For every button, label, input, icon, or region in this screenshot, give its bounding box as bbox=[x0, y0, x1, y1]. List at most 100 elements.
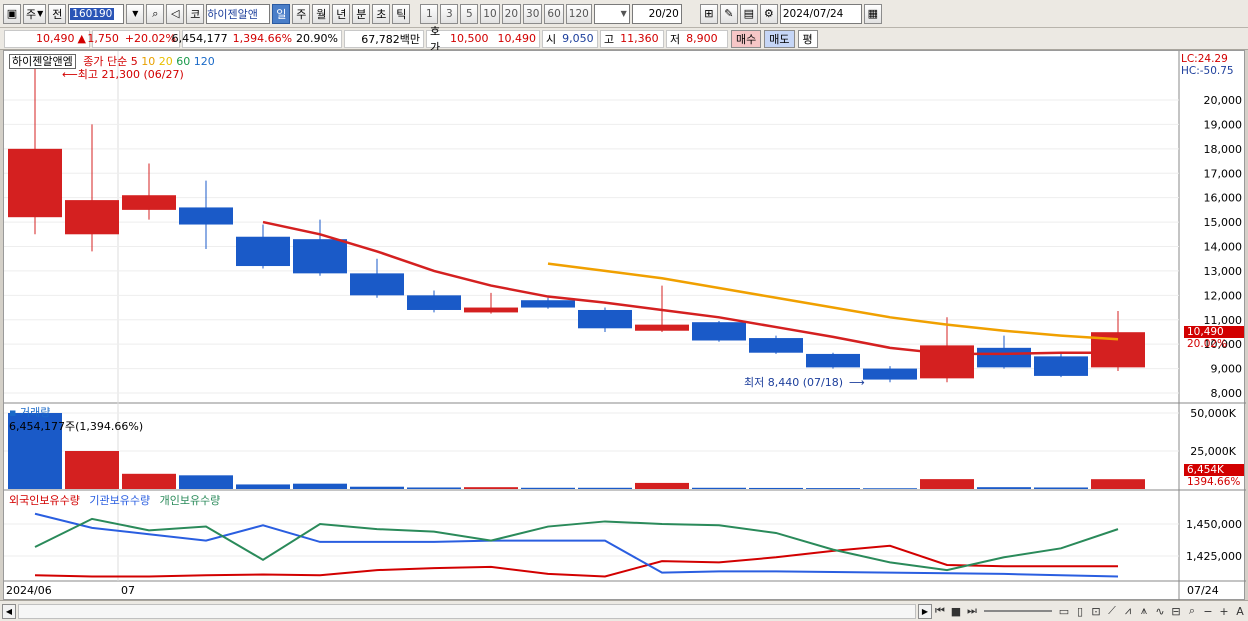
period-minute[interactable]: 분 bbox=[352, 3, 371, 24]
low-readout: 저 8,900 bbox=[666, 29, 728, 48]
prev-button[interactable]: 전 bbox=[48, 3, 67, 24]
period-day[interactable]: 일 bbox=[272, 3, 291, 24]
zoom-icon[interactable]: ⊞ bbox=[699, 3, 718, 24]
first-page-icon[interactable]: ⏮ bbox=[932, 603, 948, 619]
period-week[interactable]: 주 bbox=[292, 3, 311, 24]
price-readout: 10,490 ▲ bbox=[4, 29, 90, 48]
interval-3[interactable]: 3 bbox=[440, 3, 459, 24]
search-icon[interactable]: ⌕ bbox=[146, 3, 165, 24]
horizontal-scrollbar[interactable] bbox=[18, 603, 916, 619]
price-tick-label: 8,000 bbox=[1211, 387, 1243, 400]
quote-bar: 10,490 ▲ 1,750 +20.02% 6,454,177 1,394.66% 2… bbox=[0, 25, 1248, 54]
gear-icon[interactable]: ⚙ bbox=[759, 3, 778, 24]
price-tick-label: 14,000 bbox=[1204, 241, 1243, 254]
max-annotation: ⟵최고 21,300 (06/27) bbox=[62, 68, 184, 81]
arrow-right-icon: ⟶ bbox=[849, 376, 865, 389]
date-input[interactable]: 2024/07/24 bbox=[779, 3, 862, 24]
candle-body bbox=[977, 347, 1031, 368]
interval-30[interactable]: 30 bbox=[523, 3, 543, 24]
hc-readout: HC:-50.75 bbox=[1181, 65, 1234, 77]
save-icon[interactable]: ▤ bbox=[739, 3, 758, 24]
calendar-icon[interactable]: ▦ bbox=[863, 3, 882, 24]
ask-value: 10,500 bbox=[450, 32, 489, 45]
sell-button[interactable]: 매도 bbox=[764, 29, 795, 48]
market-short-button[interactable]: 코 bbox=[186, 3, 205, 24]
volume-bar bbox=[122, 473, 176, 489]
code-input[interactable]: 160190 bbox=[68, 3, 125, 24]
candle-body bbox=[236, 236, 290, 267]
plus-icon[interactable]: + bbox=[1216, 603, 1232, 619]
window-icon[interactable]: ▣ bbox=[3, 3, 21, 24]
period-month[interactable]: 월 bbox=[312, 3, 331, 24]
draw-icon[interactable]: ✎ bbox=[719, 3, 738, 24]
high-value: 11,360 bbox=[620, 32, 659, 45]
volume-readout: 6,454,177 1,394.66% 20.90% bbox=[172, 29, 342, 48]
search-icon[interactable]: ⌕ bbox=[1184, 603, 1200, 619]
chart-tool-icon[interactable]: ⊡ bbox=[1088, 603, 1104, 619]
candle-body bbox=[635, 324, 689, 331]
ma-label-120: 120 bbox=[193, 55, 215, 68]
price-tick-label: 12,000 bbox=[1204, 289, 1243, 302]
text-icon[interactable]: A bbox=[1232, 603, 1248, 619]
chart-tool-icon[interactable]: ▯ bbox=[1072, 603, 1088, 619]
bottom-bar: ◀ ▶ ⏮ ■ ⏭ ▭ ▯ ⊡ ⟋ ⩘ ⩚ ∿ ⊟ ⌕ − + A bbox=[0, 600, 1248, 621]
speaker-icon[interactable]: ◁ bbox=[166, 3, 185, 24]
chart-canvas[interactable]: 8,0009,00010,00011,00012,00013,00014,000… bbox=[4, 51, 1246, 601]
volume-bar bbox=[407, 487, 461, 489]
change-readout: 1,750 +20.02% bbox=[87, 29, 180, 48]
x-label-start: 2024/06 bbox=[6, 584, 52, 597]
chart-tool-icon[interactable]: ∿ bbox=[1152, 603, 1168, 619]
chart-tool-icon[interactable]: ⊟ bbox=[1168, 603, 1184, 619]
count-input[interactable]: 20/20 bbox=[631, 3, 682, 24]
candle-body bbox=[920, 345, 974, 379]
stock-name: 하이젠알앤 bbox=[206, 3, 271, 24]
code-dropdown-button[interactable]: ▼ bbox=[126, 3, 145, 24]
interval-20[interactable]: 20 bbox=[501, 3, 522, 24]
up-arrow-icon: ▲ bbox=[77, 32, 86, 45]
interval-dropdown[interactable]: ▼ bbox=[593, 3, 630, 24]
toolbar: ▣ 주 ▼ 전 160190 ▼ ⌕ ◁ 코 하이젠알앤 일 주 월 년 분 초 … bbox=[0, 0, 1248, 28]
holding-line-0 bbox=[34, 544, 1118, 578]
candle-body bbox=[692, 322, 746, 341]
chart-tool-icon[interactable]: ⟋ bbox=[1104, 603, 1120, 619]
last-page-icon[interactable]: ⏭ bbox=[964, 603, 980, 619]
buy-button[interactable]: 매수 bbox=[731, 29, 762, 48]
chart-tool-icon[interactable]: ⩘ bbox=[1120, 603, 1136, 619]
interval-60[interactable]: 60 bbox=[544, 3, 564, 24]
interval-5[interactable]: 5 bbox=[460, 3, 479, 24]
candle-body bbox=[521, 300, 575, 308]
volume-bar bbox=[350, 486, 404, 489]
zoom-slider[interactable] bbox=[984, 610, 1052, 612]
code-value: 160190 bbox=[70, 7, 115, 20]
chart-tool-icon[interactable]: ⩚ bbox=[1136, 603, 1152, 619]
price-tick-label: 18,000 bbox=[1204, 143, 1243, 156]
price-tick-label: 19,000 bbox=[1204, 118, 1243, 131]
low-label: 저 bbox=[670, 32, 681, 46]
high-readout: 고 11,360 bbox=[600, 29, 664, 48]
period-year[interactable]: 년 bbox=[332, 3, 351, 24]
price-tag: 10,490 bbox=[1184, 326, 1244, 338]
holding-label-foreign: 외국인보유수량 bbox=[9, 494, 80, 507]
avg-button[interactable]: 평 bbox=[797, 29, 818, 48]
chart-tool-icon[interactable]: ▭ bbox=[1056, 603, 1072, 619]
volume-readout-label: 6,454,177주(1,394.66%) bbox=[9, 420, 144, 433]
scroll-left-button[interactable]: ◀ bbox=[2, 603, 16, 619]
market-select[interactable]: 주 ▼ bbox=[23, 3, 47, 24]
trade-value: 67,782백만 bbox=[344, 29, 424, 48]
volume-bar bbox=[920, 479, 974, 489]
pct-tag: 20.02% bbox=[1187, 338, 1228, 350]
minus-icon[interactable]: − bbox=[1200, 603, 1216, 619]
period-tick[interactable]: 틱 bbox=[392, 3, 411, 24]
scroll-right-button[interactable]: ▶ bbox=[918, 603, 932, 619]
interval-10[interactable]: 10 bbox=[480, 3, 500, 24]
interval-1[interactable]: 1 bbox=[420, 3, 439, 24]
period-second[interactable]: 초 bbox=[372, 3, 391, 24]
interval-120[interactable]: 120 bbox=[565, 3, 592, 24]
candle-body bbox=[122, 195, 176, 210]
price-tick-label: 20,000 bbox=[1204, 94, 1243, 107]
candle-body bbox=[1034, 356, 1088, 376]
chart-area[interactable]: 8,000 9,000 10,000 11,000 12,000 13,000 14,000… bbox=[3, 50, 1246, 601]
stop-icon[interactable]: ■ bbox=[948, 603, 964, 619]
x-label-end: 07/24 bbox=[1187, 584, 1219, 597]
volume-bar bbox=[863, 488, 917, 489]
